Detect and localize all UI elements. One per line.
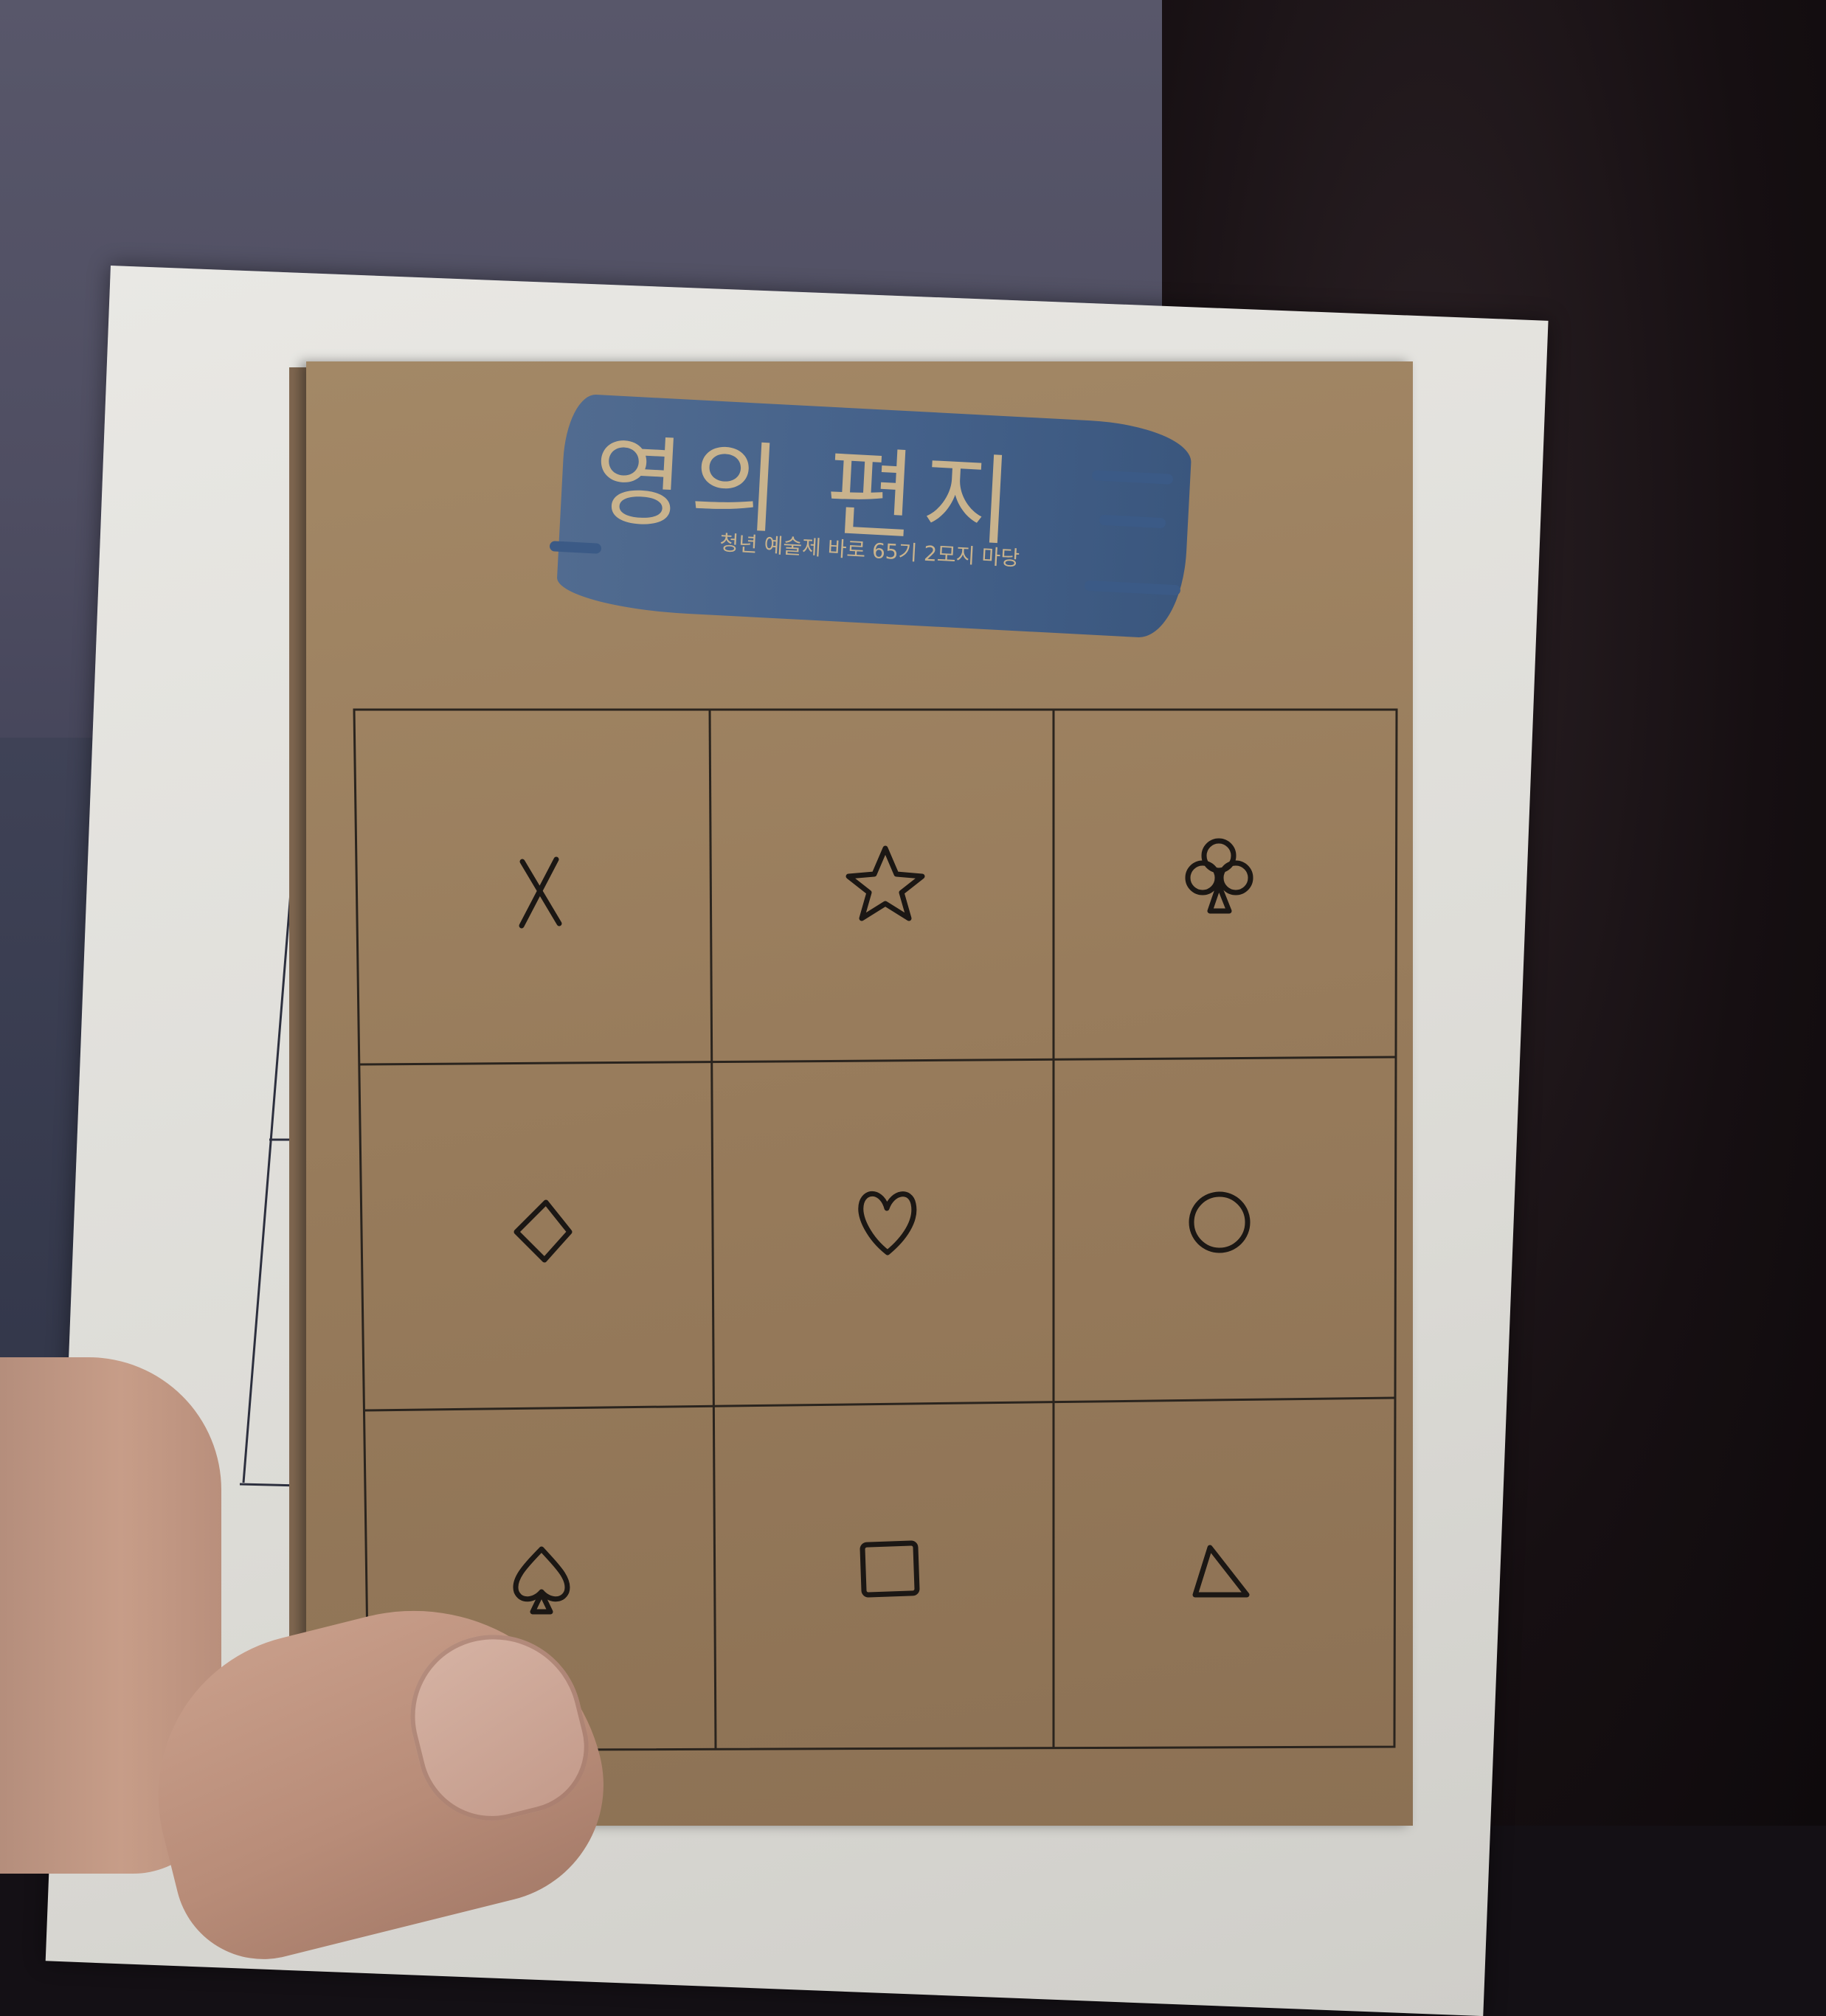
grid-horizontal-line (359, 1056, 1396, 1066)
square-icon (860, 1540, 920, 1598)
heart-icon (858, 1191, 917, 1255)
star-icon (845, 845, 925, 921)
spade-icon (513, 1546, 570, 1615)
diamond-icon (513, 1199, 573, 1263)
triangle-icon (1192, 1545, 1250, 1598)
grid-vertical-line (708, 709, 717, 1750)
grid-horizontal-line (364, 1396, 1395, 1412)
photo-scene: 영의 편지 청년 예술제 바로 65기 2모지 마당 (0, 0, 1826, 2016)
club-icon (1185, 838, 1253, 914)
circle-icon (1189, 1191, 1251, 1253)
symbol-grid (353, 708, 1398, 1752)
x-mark-icon (519, 856, 562, 929)
